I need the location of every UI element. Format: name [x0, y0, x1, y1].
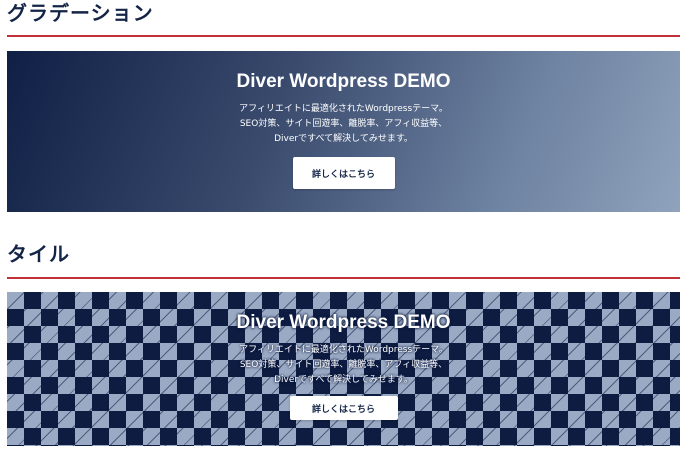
details-button[interactable]: 詳しくはこちら — [292, 157, 395, 189]
banner-text-line: SEO対策、サイト回遊率、離脱率、アフィ収益等、 — [239, 360, 448, 370]
banner-description: アフィリエイトに最適化されたWordpressテーマ。 SEO対策、サイト回遊率… — [7, 343, 680, 388]
banner-description: アフィリエイトに最適化されたWordpressテーマ。 SEO対策、サイト回遊率… — [7, 102, 680, 147]
banner-text-line: アフィリエイトに最適化されたWordpressテーマ。 — [239, 345, 448, 355]
section-title-tile: タイル — [7, 242, 70, 266]
banner-heading: Diver Wordpress DEMO — [236, 312, 451, 333]
section-title-gradation: グラデーション — [7, 1, 154, 25]
section-divider — [7, 277, 680, 279]
section-divider — [7, 35, 680, 37]
banner-text-line: アフィリエイトに最適化されたWordpressテーマ。 — [239, 104, 448, 114]
gradient-banner: Diver Wordpress DEMO アフィリエイトに最適化されたWordp… — [7, 51, 680, 212]
banner-text-line: SEO対策、サイト回遊率、離脱率、アフィ収益等、 — [239, 119, 448, 129]
banner-heading: Diver Wordpress DEMO — [236, 71, 451, 92]
details-button[interactable]: 詳しくはこちら — [289, 396, 398, 420]
banner-text-line: Diverですべて解決してみせます。 — [274, 375, 413, 385]
banner-text-line: Diverですべて解決してみせます。 — [274, 134, 413, 144]
tile-banner: Diver Wordpress DEMO アフィリエイトに最適化されたWordp… — [7, 292, 680, 446]
